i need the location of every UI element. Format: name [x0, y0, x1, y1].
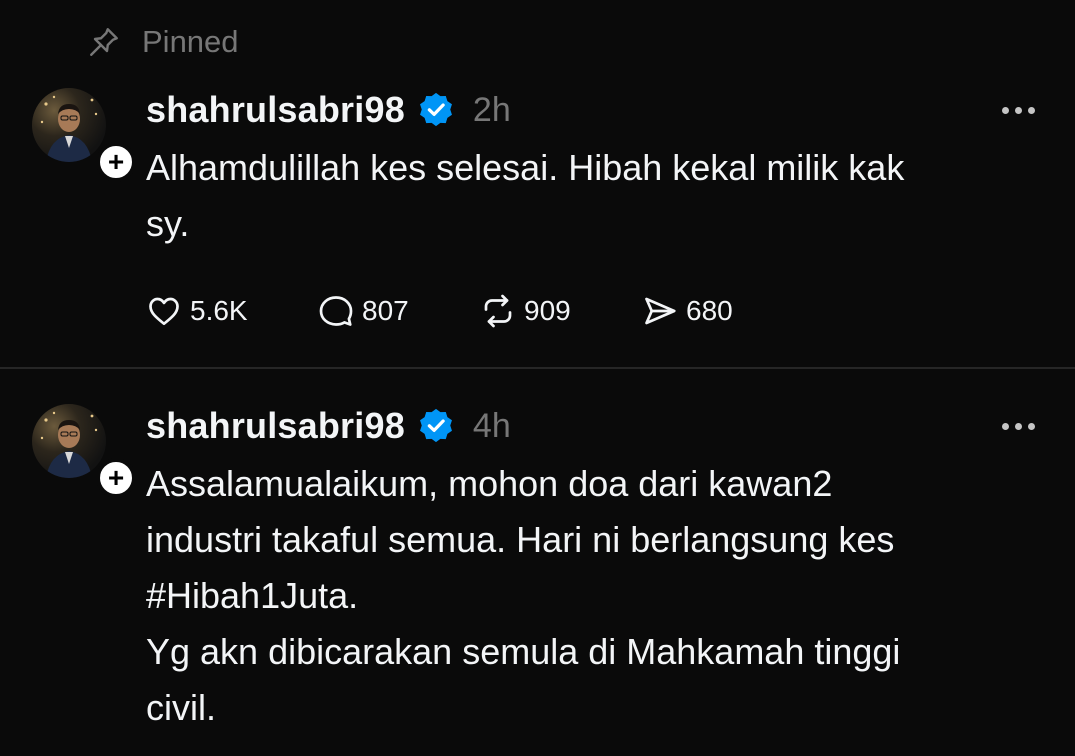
pinned-indicator: Pinned [86, 22, 239, 62]
post-text: Assalamualaikum, mohon doa dari kawan2 i… [146, 456, 1026, 736]
username[interactable]: shahrulsabri98 [146, 89, 405, 131]
avatar[interactable]: + [32, 404, 136, 498]
paper-plane-icon [645, 297, 676, 325]
plus-icon: + [107, 462, 125, 493]
thread-post[interactable]: + shahrulsabri98 2h Alhamdulillah kes se… [0, 86, 1075, 367]
post-text-line: sy. [146, 203, 190, 244]
thread-post[interactable]: + shahrulsabri98 4h Assalamualaikum, moh… [0, 402, 1075, 756]
like-button[interactable]: 5.6K [146, 293, 318, 329]
avatar[interactable]: + [32, 88, 136, 182]
hashtag-line: #Hibah1Juta. [146, 575, 359, 616]
post-text: Alhamdulillah kes selesai. Hibah kekal m… [146, 140, 1026, 252]
post-divider [0, 367, 1075, 369]
post-text-line: Yg akn dibicarakan semula di Mahkamah ti… [146, 631, 901, 672]
plus-icon: + [107, 146, 125, 177]
pin-icon [86, 24, 122, 60]
post-text-line: Assalamualaikum, mohon doa dari kawan2 [146, 463, 833, 504]
share-count: 680 [686, 295, 733, 326]
heart-icon [149, 297, 179, 326]
post-text-line: civil. [146, 687, 216, 728]
follow-plus-button[interactable]: + [96, 458, 136, 498]
like-count: 5.6K [190, 295, 248, 326]
comment-bubble-icon [319, 296, 353, 326]
username[interactable]: shahrulsabri98 [146, 405, 405, 447]
verified-badge-icon [419, 92, 452, 127]
post-timestamp: 2h [472, 90, 511, 129]
reply-button[interactable]: 807 [318, 293, 480, 329]
follow-plus-button[interactable]: + [96, 142, 136, 182]
share-button[interactable]: 680 [642, 293, 733, 329]
verified-badge-icon [419, 408, 452, 443]
pinned-label: Pinned [142, 24, 239, 59]
repost-button[interactable]: 909 [480, 293, 642, 329]
post-timestamp: 4h [472, 406, 511, 445]
repost-count: 909 [524, 295, 571, 326]
repost-arrows-icon [484, 294, 512, 328]
post-text-line: Alhamdulillah kes selesai. Hibah kekal m… [146, 147, 905, 188]
more-options-button[interactable] [996, 92, 1040, 128]
post-actions: 5.6K 807 909 680 [146, 291, 733, 331]
more-options-button[interactable] [996, 408, 1040, 444]
post-header: shahrulsabri98 2h [146, 86, 511, 134]
reply-count: 807 [362, 295, 409, 326]
post-header: shahrulsabri98 4h [146, 402, 511, 450]
post-text-line: industri takaful semua. Hari ni berlangs… [146, 519, 895, 560]
